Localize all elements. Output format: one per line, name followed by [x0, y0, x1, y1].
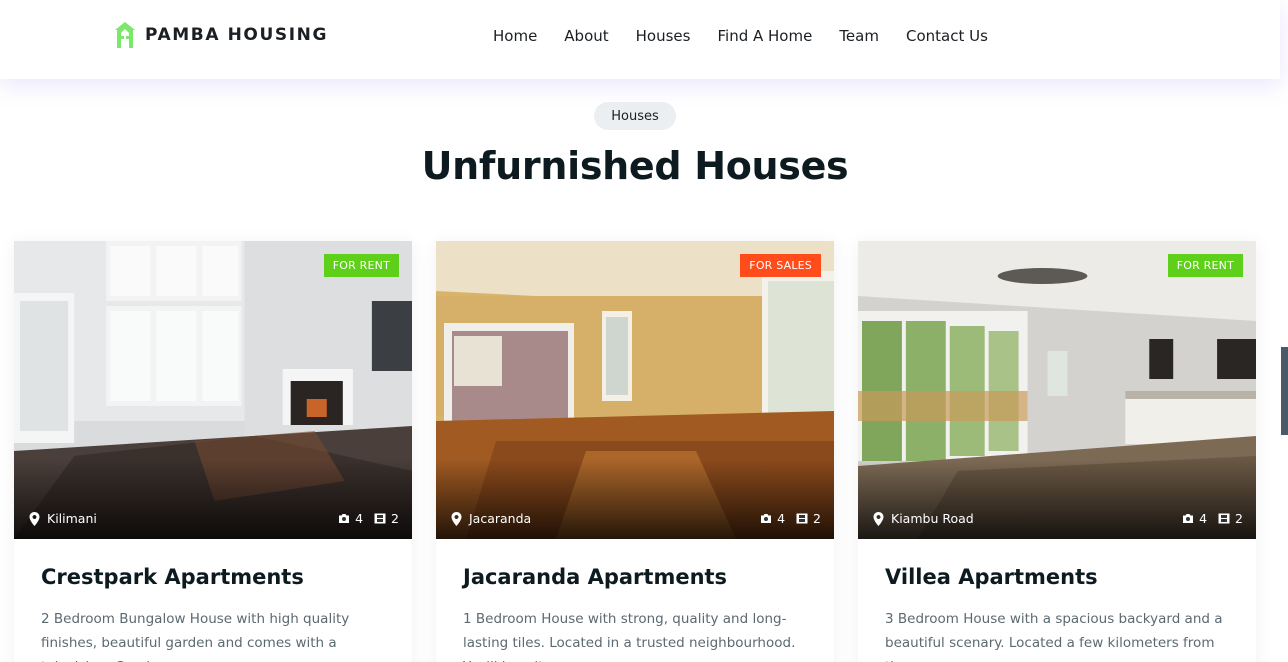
- property-photo[interactable]: FOR SALES Jacaranda 4 2: [436, 241, 834, 539]
- property-card[interactable]: FOR RENT Kilimani 4 2 Crestpark Apartmen…: [14, 241, 412, 662]
- rent-badge: FOR RENT: [1167, 254, 1243, 277]
- house-logo-icon: [115, 22, 135, 48]
- camera-icon: [761, 514, 772, 523]
- nav-home[interactable]: Home: [493, 27, 537, 45]
- nav-about[interactable]: About: [564, 27, 608, 45]
- property-title[interactable]: Villea Apartments: [885, 565, 1230, 589]
- property-photo[interactable]: FOR RENT Kiambu Road 4 2: [858, 241, 1256, 539]
- property-photo[interactable]: FOR RENT Kilimani 4 2: [14, 241, 412, 539]
- location-label: Kilimani: [47, 511, 97, 526]
- property-card[interactable]: FOR RENT Kiambu Road 4 2 Villea Apartmen…: [858, 241, 1256, 662]
- photo-count: 4: [1199, 511, 1208, 526]
- video-count: 2: [813, 511, 821, 526]
- camera-icon: [339, 514, 350, 523]
- property-description: 1 Bedroom House with strong, quality and…: [463, 611, 796, 662]
- property-description: 3 Bedroom House with a spacious backyard…: [885, 611, 1223, 662]
- property-title[interactable]: Jacaranda Apartments: [463, 565, 808, 589]
- side-scroll-tab[interactable]: [1281, 347, 1288, 435]
- map-pin-icon: [29, 511, 40, 526]
- section-tag: Houses: [594, 102, 676, 130]
- brand-logo[interactable]: PAMBA HOUSING: [114, 21, 328, 49]
- film-icon: [1218, 513, 1230, 524]
- photo-overlay: [14, 459, 412, 539]
- photo-overlay: [858, 459, 1256, 539]
- map-pin-icon: [873, 511, 884, 526]
- media-counts: 4 2: [338, 511, 399, 526]
- property-card[interactable]: FOR SALES Jacaranda 4 2 Jacaranda Apartm…: [436, 241, 834, 662]
- camera-icon: [1183, 514, 1194, 523]
- film-icon: [796, 513, 808, 524]
- map-pin-icon: [451, 511, 462, 526]
- video-count: 2: [1235, 511, 1243, 526]
- property-location: Kilimani: [29, 511, 97, 526]
- location-label: Jacaranda: [469, 511, 532, 526]
- location-label: Kiambu Road: [891, 511, 974, 526]
- media-counts: 4 2: [1182, 511, 1243, 526]
- brand-name: PAMBA HOUSING: [145, 25, 329, 45]
- nav-find-a-home[interactable]: Find A Home: [717, 27, 812, 45]
- photo-count: 4: [777, 511, 786, 526]
- nav-contact-us[interactable]: Contact Us: [906, 27, 988, 45]
- property-location: Jacaranda: [451, 511, 531, 526]
- photo-count: 4: [355, 511, 364, 526]
- nav-houses[interactable]: Houses: [636, 27, 691, 45]
- video-count: 2: [391, 511, 399, 526]
- nav-team[interactable]: Team: [839, 27, 879, 45]
- film-icon: [374, 513, 386, 524]
- property-description: 2 Bedroom Bungalow House with high quali…: [41, 611, 350, 662]
- photo-overlay: [436, 459, 834, 539]
- main-nav: Home About Houses Find A Home Team Conta…: [493, 27, 988, 45]
- section-title: Unfurnished Houses: [421, 144, 849, 188]
- rent-badge: FOR RENT: [323, 254, 399, 277]
- property-location: Kiambu Road: [873, 511, 974, 526]
- site-header: PAMBA HOUSING Home About Houses Find A H…: [0, 0, 1280, 79]
- property-title[interactable]: Crestpark Apartments: [41, 565, 386, 589]
- sale-badge: FOR SALES: [740, 254, 821, 277]
- media-counts: 4 2: [760, 511, 821, 526]
